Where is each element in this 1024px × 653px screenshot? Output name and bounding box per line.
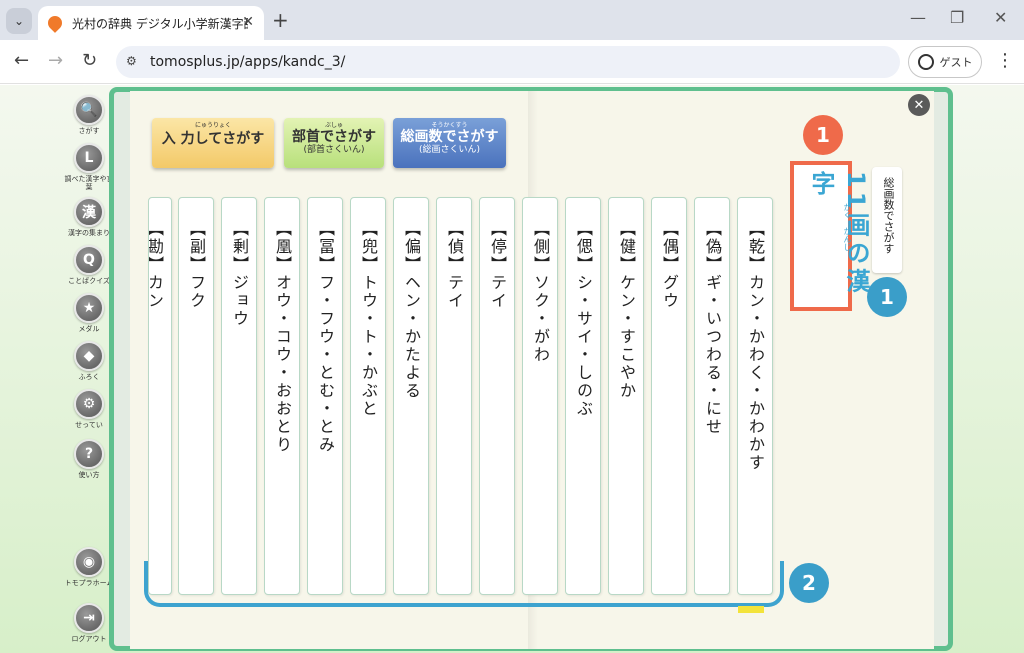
- sidebar-item-logout[interactable]: ⇥ ログアウト: [64, 603, 114, 643]
- flame-favicon-icon: [45, 13, 65, 33]
- kanji-card[interactable]: 【偵】テイ: [436, 197, 472, 595]
- search-icon: 🔍: [74, 95, 104, 125]
- stroke-count-search-button[interactable]: そうかくすう 総画数でさがす (総画さくいん): [393, 118, 506, 168]
- tab-title: 光村の辞典 デジタル小学新漢字辞典: [72, 16, 248, 31]
- kanji-card[interactable]: 【勘】カン: [148, 197, 172, 595]
- header-label-tag: 総画数でさがす: [872, 167, 902, 273]
- kanji-card-text: 【勘】カン: [148, 220, 164, 310]
- kanji-card-text: 【冨】フ・フウ・とむ・とみ: [316, 220, 335, 454]
- kanji-card[interactable]: 【兜】トウ・ト・かぶと: [350, 197, 386, 595]
- header-label-text: 総画数でさがす: [882, 177, 895, 254]
- history-icon: L: [74, 143, 104, 173]
- profile-avatar-icon: [917, 54, 934, 70]
- address-toolbar: ← → ↻ ⚙ tomosplus.jp/apps/kandc_3/ ゲスト ⋮: [0, 40, 1024, 84]
- kanji-card[interactable]: 【停】テイ: [479, 197, 515, 595]
- annotation-badge-1-orange: 1: [803, 115, 843, 155]
- kanji-card[interactable]: 【剰】ジョウ: [221, 197, 257, 595]
- new-tab-button[interactable]: +: [272, 8, 289, 32]
- radical-search-ruby: ぶしゅ: [324, 122, 343, 129]
- restore-icon[interactable]: ❐: [950, 8, 964, 27]
- input-search-label: 入 力してさがす: [161, 131, 265, 147]
- kanji-card[interactable]: 【偽】ギ・いつわる・にせ: [694, 197, 730, 595]
- browser-tab-bar: ⌄ 光村の辞典 デジタル小学新漢字辞典 ✕ + — ❐ ✕: [0, 0, 1024, 40]
- input-search-button[interactable]: にゅうりょく 入 力してさがす: [152, 118, 274, 168]
- stroke-search-ruby: そうかくすう: [431, 122, 468, 129]
- kanji-card-text: 【偵】テイ: [445, 220, 464, 310]
- site-info-icon[interactable]: ⚙: [126, 54, 137, 68]
- kanji-card-text: 【側】ソク・がわ: [531, 220, 550, 364]
- browser-tab[interactable]: 光村の辞典 デジタル小学新漢字辞典 ✕: [38, 6, 264, 40]
- cards-highlight-bracket: [144, 561, 784, 607]
- logout-icon: ⇥: [74, 603, 104, 633]
- url-bar[interactable]: ⚙ tomosplus.jp/apps/kandc_3/: [116, 46, 900, 78]
- kanji-card[interactable]: 【偶】グウ: [651, 197, 687, 595]
- sidebar-item-label: ログアウト: [71, 635, 107, 643]
- app-area: 🔍 さがす L 調べた漢字や言葉 漢 漢字の集まり Q ことばクイズ ★ メダル…: [0, 85, 1024, 653]
- radical-search-sub: (部首さくいん): [303, 145, 365, 155]
- annotation-badge-2-blue: 2: [789, 563, 829, 603]
- url-text: tomosplus.jp/apps/kandc_3/: [150, 54, 346, 70]
- stroke-search-label: 総画数でさがす: [400, 129, 499, 145]
- menu-kebab-icon[interactable]: ⋮: [996, 50, 1014, 71]
- forward-arrow-icon[interactable]: →: [48, 50, 63, 71]
- close-panel-button[interactable]: ✕: [908, 94, 930, 116]
- kanji-card-text: 【凰】オウ・コウ・おおとり: [273, 220, 292, 454]
- tab-close-icon[interactable]: ✕: [242, 14, 254, 30]
- kanji-card[interactable]: 【偲】シ・サイ・しのぶ: [565, 197, 601, 595]
- radical-search-label: 部首でさがす: [292, 129, 376, 145]
- stroke-count-title: 11画の漢字 かく かんじ: [790, 161, 870, 311]
- kanji-card[interactable]: 【側】ソク・がわ: [522, 197, 558, 595]
- kanji-card[interactable]: 【健】ケン・すこやか: [608, 197, 644, 595]
- kanji-card[interactable]: 【冨】フ・フウ・とむ・とみ: [307, 197, 343, 595]
- sidebar-item-history[interactable]: L 調べた漢字や言葉: [64, 143, 114, 191]
- kanji-card-text: 【副】フク: [187, 220, 206, 310]
- kanji-card-text: 【停】テイ: [488, 220, 507, 310]
- kanji-card[interactable]: 【副】フク: [178, 197, 214, 595]
- kanji-card[interactable]: 【偏】ヘン・かたよる: [393, 197, 429, 595]
- tab-search-button[interactable]: ⌄: [6, 8, 32, 34]
- page-title: 11画の漢字: [807, 171, 870, 297]
- chevron-down-icon: ⌄: [13, 14, 25, 28]
- back-arrow-icon[interactable]: ←: [14, 50, 29, 71]
- kanji-card-text: 【偶】グウ: [660, 220, 679, 310]
- page-position-marker: [738, 606, 764, 613]
- kanji-card-text: 【剰】ジョウ: [230, 220, 249, 328]
- radical-search-button[interactable]: ぶしゅ 部首でさがす (部首さくいん): [284, 118, 384, 168]
- kanji-card[interactable]: 【凰】オウ・コウ・おおとり: [264, 197, 300, 595]
- sidebar-item-label: 調べた漢字や言葉: [64, 175, 114, 191]
- stroke-search-sub: (総画さくいん): [418, 145, 481, 155]
- annotation-badge-1-blue: 1: [867, 277, 907, 317]
- close-icon: ✕: [913, 97, 925, 113]
- kanji-card-text: 【兜】トウ・ト・かぶと: [359, 220, 378, 418]
- input-search-ruby: にゅうりょく: [194, 122, 231, 129]
- reload-icon[interactable]: ↻: [82, 50, 97, 71]
- kanji-card-text: 【乾】カン・かわく・かわかす: [746, 220, 765, 472]
- profile-button[interactable]: ゲスト: [908, 46, 982, 78]
- sidebar-item-label: さがす: [78, 127, 100, 135]
- kanji-card-text: 【偏】ヘン・かたよる: [402, 220, 421, 400]
- sidebar-item-search[interactable]: 🔍 さがす: [64, 95, 114, 135]
- kanji-card-text: 【健】ケン・すこやか: [617, 220, 636, 400]
- page-title-ruby: かく かんじ: [843, 203, 852, 251]
- kanji-card[interactable]: 【乾】カン・かわく・かわかす: [737, 197, 773, 595]
- minimize-icon[interactable]: —: [910, 8, 926, 27]
- kanji-card-text: 【偲】シ・サイ・しのぶ: [574, 220, 593, 418]
- kanji-card-text: 【偽】ギ・いつわる・にせ: [703, 220, 722, 436]
- profile-label: ゲスト: [939, 56, 973, 69]
- window-close-icon[interactable]: ✕: [994, 8, 1007, 27]
